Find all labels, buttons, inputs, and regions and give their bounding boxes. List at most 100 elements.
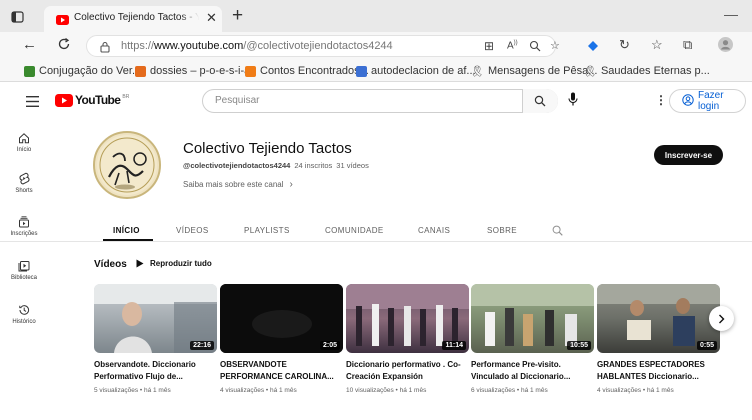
channel-search-icon[interactable] (552, 223, 563, 241)
sidebar-item-shorts[interactable]: Shorts (0, 172, 48, 194)
tab-title: Colectivo Tejiendo Tactos - YouTube (74, 12, 199, 23)
channel-handle: @colectivotejiendotactos4244 (183, 161, 291, 170)
video-thumbnail[interactable]: 0:55 (597, 284, 720, 353)
youtube-logo[interactable]: YouTube BR (55, 93, 129, 107)
blogger-orange-icon (135, 65, 146, 77)
video-duration: 0:55 (696, 341, 717, 350)
video-count: 31 vídeos (336, 161, 369, 170)
ribbon-icon: 🎗 (583, 65, 597, 78)
play-all-label: Reproduzir tudo (150, 259, 212, 268)
menu-icon[interactable] (26, 94, 39, 112)
microphone-icon[interactable] (568, 92, 578, 111)
chevron-right-icon (719, 314, 725, 323)
tab-home[interactable]: INÍCIO (113, 226, 140, 235)
refresh-icon[interactable] (57, 37, 71, 56)
docs-blue-icon (356, 65, 367, 77)
search-button[interactable] (522, 89, 558, 113)
login-button[interactable]: Fazer login (669, 89, 746, 113)
extension-icon[interactable] (587, 39, 599, 57)
channel-avatar-illustration (97, 135, 157, 195)
bookmark-label: autodeclacion de af... (371, 65, 476, 77)
tab-actions-icon[interactable] (11, 10, 24, 28)
sidebar-item-label: Shorts (15, 188, 33, 194)
minimize-icon[interactable]: — (724, 6, 738, 22)
bookmark-item[interactable]: Conjugação do Ver... (24, 63, 141, 79)
chevron-right-icon: › (289, 179, 293, 190)
channel-meta: @colectivotejiendotactos4244 24 inscrito… (183, 161, 369, 170)
shorts-icon (19, 172, 30, 185)
video-thumbnail[interactable]: 22:16 (94, 284, 217, 353)
profile-avatar-icon[interactable] (718, 37, 733, 57)
sidebar-item-label: Início (16, 147, 32, 153)
tab-videos[interactable]: VÍDEOS (176, 226, 209, 235)
url-field[interactable]: https://www.youtube.com/@colectivotejien… (86, 35, 560, 58)
bookmark-label: Saudades Eternas p... (600, 65, 710, 77)
new-tab-icon[interactable]: + (232, 5, 243, 27)
video-meta: 5 visualizações • há 1 mês (94, 387, 171, 394)
video-title[interactable]: Performance Pre-visito. Vinculado al Dic… (471, 359, 595, 383)
home-icon (19, 133, 29, 144)
favorite-add-icon[interactable]: ☆ (550, 39, 560, 52)
subscriber-count: 24 inscritos (294, 161, 333, 170)
bookmark-label: Contos Encontrados... (260, 65, 369, 77)
back-arrow-icon[interactable]: ← (22, 36, 37, 53)
login-label: Fazer login (698, 90, 724, 112)
sidebar-item-library[interactable]: Biblioteca (0, 260, 48, 281)
bookmark-item[interactable]: Contos Encontrados... (245, 63, 369, 79)
bookmark-item[interactable]: 🎗 Saudades Eternas p... (583, 63, 710, 79)
sidebar-item-label: Inscrições (10, 231, 38, 237)
collections-icon[interactable]: ↻ (619, 37, 630, 53)
channel-name: Colectivo Tejiendo Tactos (183, 140, 352, 157)
tab-channels[interactable]: CANAIS (418, 226, 450, 235)
logo-text: YouTube (75, 93, 121, 107)
bookmark-green-icon (24, 65, 35, 77)
channel-avatar[interactable] (93, 131, 161, 199)
tab-community[interactable]: COMUNIDADE (325, 226, 384, 235)
video-thumbnail[interactable]: 10:55 (471, 284, 594, 353)
zoom-icon[interactable] (529, 39, 541, 57)
bookmark-item[interactable]: dossies – p-o-e-s-i-a (135, 63, 250, 79)
video-title[interactable]: OBSERVANDOTE PERFORMANCE CAROLINA... (220, 359, 344, 383)
section-title: Vídeos (94, 259, 127, 270)
sidebar-item-home[interactable]: Início (0, 132, 48, 153)
video-meta: 6 visualizações • há 1 mês (471, 387, 548, 394)
video-title[interactable]: Observandote. Diccionario Performativo F… (94, 359, 218, 383)
carousel-next-button[interactable] (709, 306, 734, 331)
sidebar-item-history[interactable]: Histórico (0, 304, 48, 325)
video-thumbnail[interactable]: 11:14 (346, 284, 469, 353)
sidebar-item-label: Biblioteca (10, 275, 37, 281)
video-duration: 2:05 (319, 341, 340, 350)
video-duration: 22:16 (190, 341, 214, 350)
video-title[interactable]: Diccionario performativo . Co-Creación E… (346, 359, 470, 383)
browser-essentials-icon[interactable]: ⧉ (683, 37, 692, 53)
more-options-icon[interactable]: ⋮ (655, 93, 667, 107)
account-icon (682, 93, 694, 109)
ribbon-icon: 🎗 (470, 65, 484, 78)
about-channel-link[interactable]: Saiba mais sobre este canal › (183, 179, 293, 190)
favorites-icon[interactable]: ☆ (651, 37, 663, 53)
lock-icon (100, 40, 110, 58)
bookmark-label: Mensagens de Pêsa... (487, 65, 598, 77)
search-icon (534, 94, 546, 112)
sidebar-item-label: Histórico (12, 319, 36, 325)
youtube-play-icon (55, 93, 73, 107)
tab-playlists[interactable]: PLAYLISTS (244, 226, 290, 235)
library-icon (18, 261, 30, 272)
bookmark-item[interactable]: autodeclacion de af... (356, 63, 476, 79)
subscribe-button[interactable]: Inscrever-se (654, 145, 723, 165)
search-placeholder: Pesquisar (215, 95, 260, 106)
tab-about[interactable]: SOBRE (487, 226, 517, 235)
browser-tab[interactable]: Colectivo Tejiendo Tactos - YouTube ✕ (44, 6, 222, 32)
search-input[interactable]: Pesquisar (202, 89, 558, 113)
tabs-divider (0, 241, 752, 242)
play-all-button[interactable]: Reproduzir tudo (136, 259, 212, 268)
sidebar-item-subscriptions[interactable]: Inscrições (0, 216, 48, 237)
video-title[interactable]: GRANDES ESPECTADORES HABLANTES Diccionar… (597, 359, 721, 383)
video-thumbnail[interactable]: 2:05 (220, 284, 343, 353)
blogger-orange-icon (245, 65, 256, 77)
read-aloud-icon[interactable]: A)) (507, 40, 518, 51)
app-available-icon[interactable]: ⊞ (484, 39, 494, 53)
close-tab-icon[interactable]: ✕ (206, 10, 217, 26)
video-meta: 10 visualizações • há 1 mês (346, 387, 427, 394)
bookmark-item[interactable]: 🎗 Mensagens de Pêsa... (470, 63, 597, 79)
